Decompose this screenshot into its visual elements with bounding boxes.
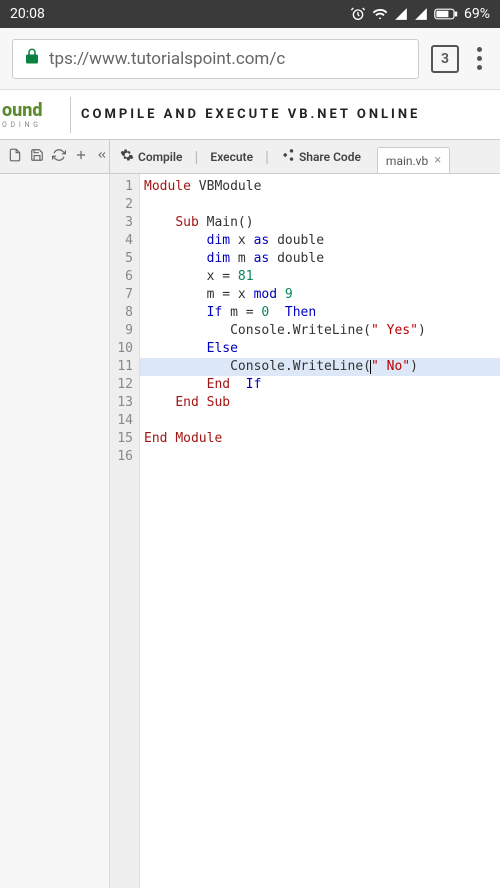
save-icon[interactable] [30, 148, 44, 166]
battery-percent: 69% [464, 6, 490, 22]
code-line[interactable]: End Sub [140, 394, 500, 412]
site-header: ound O D I N G COMPILE AND EXECUTE VB.NE… [0, 90, 500, 140]
toolbar: Compile | Execute | Share Code main.vb × [0, 140, 500, 174]
code-line[interactable]: Else [140, 340, 500, 358]
editor-area: 12345678910111213141516 Module VBModule … [0, 174, 500, 888]
browser-menu-button[interactable] [471, 47, 488, 70]
tab-count-button[interactable]: 3 [431, 45, 459, 73]
add-icon[interactable] [74, 148, 88, 166]
project-toolbar [0, 140, 110, 173]
code-line[interactable]: Console.WriteLine(" Yes") [140, 322, 500, 340]
battery-icon [434, 8, 458, 20]
lock-icon [23, 47, 41, 70]
wifi-icon [372, 6, 388, 22]
android-status-bar: 20:08 69% [0, 0, 500, 28]
project-panel[interactable] [0, 174, 110, 888]
url-input[interactable]: tps://www.tutorialspoint.com/c [12, 39, 419, 79]
code-line[interactable]: Sub Main() [140, 214, 500, 232]
code-line[interactable]: dim x as double [140, 232, 500, 250]
code-line[interactable]: Console.WriteLine(" No") [140, 358, 500, 376]
code-line[interactable] [140, 448, 500, 466]
code-line[interactable]: x = 81 [140, 268, 500, 286]
code-content[interactable]: Module VBModule Sub Main() dim x as doub… [140, 174, 500, 888]
code-line[interactable] [140, 196, 500, 214]
compile-button[interactable]: Compile [110, 140, 193, 173]
page-title: COMPILE AND EXECUTE VB.NET ONLINE [81, 107, 420, 122]
code-line[interactable]: End Module [140, 430, 500, 448]
execute-button[interactable]: Execute [200, 140, 263, 173]
line-gutter: 12345678910111213141516 [110, 174, 140, 888]
new-file-icon[interactable] [8, 148, 22, 166]
gear-icon [120, 148, 134, 165]
share-button[interactable]: Share Code [271, 140, 371, 173]
refresh-icon[interactable] [52, 148, 66, 166]
url-text: tps://www.tutorialspoint.com/c [49, 49, 285, 69]
code-line[interactable]: End If [140, 376, 500, 394]
separator: | [193, 147, 201, 166]
browser-url-bar: tps://www.tutorialspoint.com/c 3 [0, 28, 500, 90]
code-line[interactable] [140, 412, 500, 430]
divider [70, 97, 71, 133]
collapse-icon[interactable] [96, 149, 108, 165]
code-line[interactable]: Module VBModule [140, 178, 500, 196]
signal-icon-2 [414, 7, 428, 21]
alarm-icon [350, 6, 366, 22]
share-icon [281, 148, 295, 165]
signal-icon-1 [394, 7, 408, 21]
code-line[interactable]: If m = 0 Then [140, 304, 500, 322]
code-line[interactable]: m = x mod 9 [140, 286, 500, 304]
file-tab-label: main.vb [386, 154, 428, 168]
code-line[interactable]: dim m as double [140, 250, 500, 268]
file-tab[interactable]: main.vb × [377, 147, 450, 173]
code-editor[interactable]: 12345678910111213141516 Module VBModule … [110, 174, 500, 888]
close-icon[interactable]: × [434, 153, 441, 168]
status-time: 20:08 [10, 6, 45, 22]
separator: | [263, 147, 271, 166]
site-logo[interactable]: ound O D I N G [0, 100, 60, 129]
